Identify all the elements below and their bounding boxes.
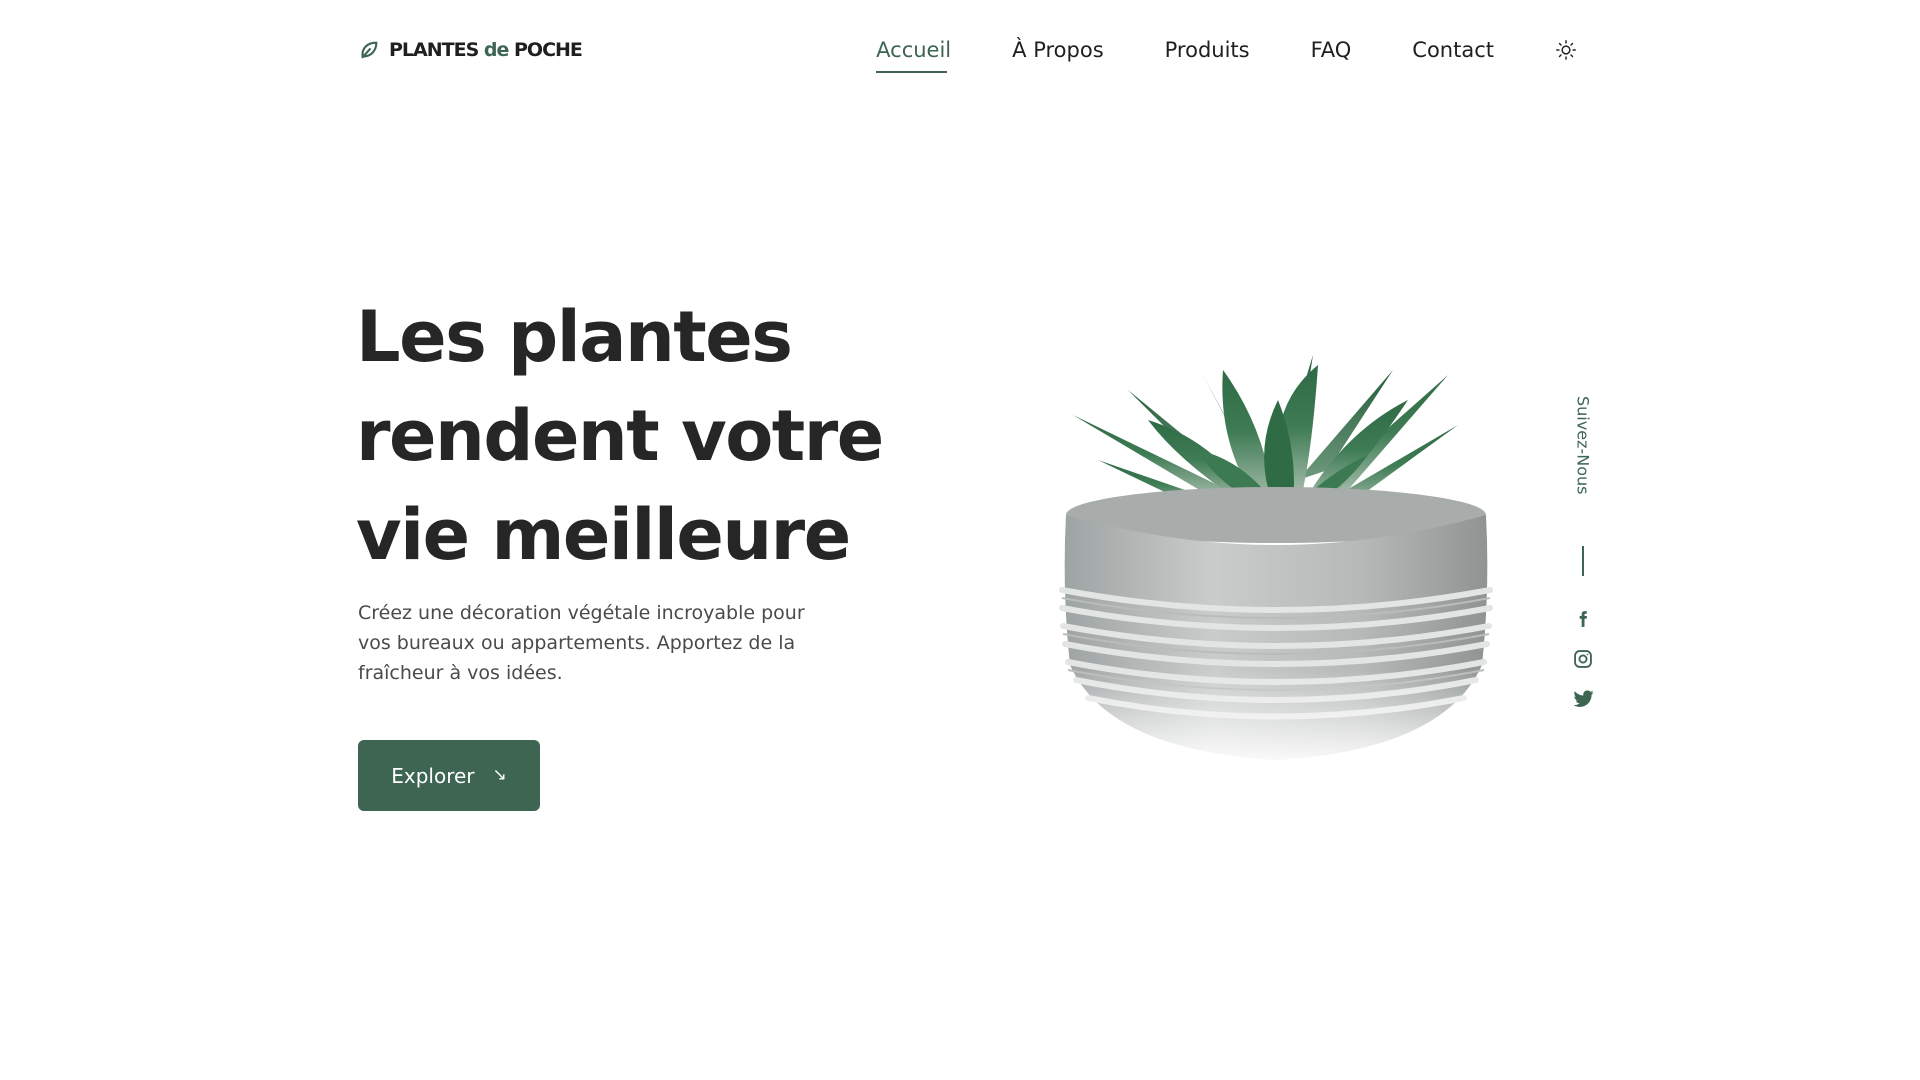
logo[interactable]: PLANTES de POCHE [358,39,583,61]
explore-button[interactable]: Explorer ↘ [358,740,540,811]
sun-icon [1556,40,1576,60]
main-nav: Accueil À Propos Produits FAQ Contact [876,39,1494,73]
hero-title: Les plantes rendent votre vie meilleure [356,296,884,576]
nav-link-contact[interactable]: Contact [1412,39,1494,61]
plant-image [1048,355,1498,770]
social-divider [1582,546,1584,576]
instagram-icon [1574,650,1592,668]
explore-button-label: Explorer [391,763,475,788]
leaf-icon [361,41,378,59]
facebook-icon [1579,611,1587,627]
nav-link-produits[interactable]: Produits [1165,39,1250,61]
succulent-leaves [1073,355,1458,510]
twitter-link[interactable] [1572,688,1594,710]
nav-link-faq[interactable]: FAQ [1311,39,1352,61]
hero-description: Créez une décoration végétale incroyable… [358,602,805,684]
theme-toggle-button[interactable] [1554,38,1578,62]
twitter-icon [1572,690,1594,707]
instagram-link[interactable] [1572,648,1594,670]
page: PLANTES de POCHE Accueil À Propos Produi… [0,0,1920,1080]
logo-text: PLANTES de POCHE [389,39,583,61]
arrow-down-right-icon: ↘ [492,765,507,785]
logo-text-part2: POCHE [508,39,583,61]
logo-text-part1: PLANTES [389,39,484,61]
social-title: Suivez-Nous [1573,396,1593,495]
logo-text-accent: de [483,39,509,61]
nav-link-accueil[interactable]: Accueil [876,39,951,73]
site-header: PLANTES de POCHE Accueil À Propos Produi… [358,0,1578,100]
facebook-link[interactable] [1572,608,1594,630]
nav-link-a-propos[interactable]: À Propos [1012,39,1103,61]
